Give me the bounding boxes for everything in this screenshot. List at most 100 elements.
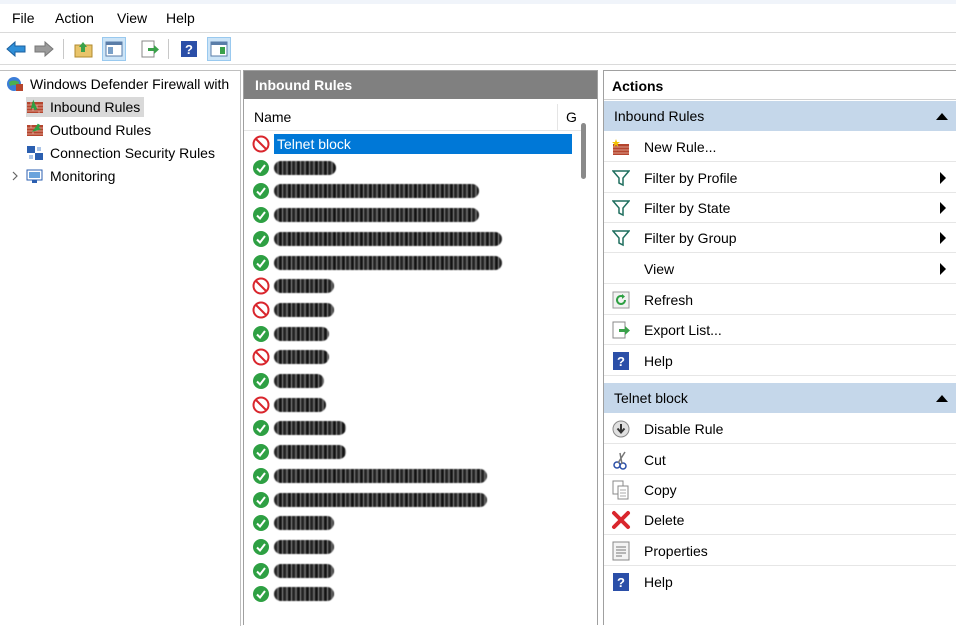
inbound-rules-icon: [27, 99, 43, 113]
submenu-arrow-icon: [940, 232, 946, 244]
export-list-button[interactable]: [138, 37, 162, 61]
table-row[interactable]: Telnet block: [252, 133, 572, 155]
table-row[interactable]: [252, 275, 572, 297]
action-filter-by-group[interactable]: Filter by Group: [604, 223, 956, 253]
section-label: Telnet block: [614, 390, 688, 406]
blocked-icon: [252, 277, 270, 295]
column-header-name[interactable]: Name: [254, 109, 291, 125]
blocked-icon: [252, 301, 270, 319]
monitoring-icon: [26, 169, 43, 183]
tree-item-monitoring[interactable]: Monitoring: [10, 166, 115, 186]
redacted-rule-name: [274, 160, 336, 175]
tree-root-firewall[interactable]: Windows Defender Firewall with: [6, 74, 229, 94]
filter-icon: [610, 227, 632, 249]
table-row[interactable]: [252, 465, 572, 487]
allowed-checkmark-icon: [253, 562, 269, 579]
section-telnet-block[interactable]: Telnet block: [604, 383, 956, 413]
table-row[interactable]: [252, 560, 572, 582]
tree-item-outbound-rules[interactable]: Outbound Rules: [26, 120, 151, 140]
submenu-arrow-icon: [940, 202, 946, 214]
collapse-up-icon[interactable]: [936, 395, 948, 402]
redacted-rule-name: [274, 421, 346, 436]
menu-help[interactable]: Help: [166, 10, 195, 26]
menu-view[interactable]: View: [117, 10, 147, 26]
table-row[interactable]: [252, 536, 572, 558]
table-row[interactable]: [252, 512, 572, 534]
refresh-icon: [610, 289, 632, 311]
redacted-rule-name: [274, 397, 326, 412]
allowed-checkmark-icon: [253, 207, 269, 224]
table-row[interactable]: [252, 417, 572, 439]
table-row[interactable]: [252, 228, 572, 250]
action-view[interactable]: View: [604, 254, 956, 284]
column-header-row: Name G: [244, 104, 584, 131]
redacted-rule-name: [274, 208, 479, 223]
allowed-checkmark-icon: [253, 538, 269, 555]
chevron-right-icon[interactable]: [10, 171, 20, 181]
action-refresh[interactable]: Refresh: [604, 285, 956, 315]
section-label: Inbound Rules: [614, 108, 705, 124]
collapse-up-icon[interactable]: [936, 113, 948, 120]
action-filter-by-state[interactable]: Filter by State: [604, 193, 956, 223]
action-label: Refresh: [644, 291, 694, 308]
scrollbar-thumb[interactable]: [581, 123, 586, 179]
redacted-rule-name: [274, 255, 502, 270]
column-header-group[interactable]: G: [566, 109, 577, 125]
show-hide-action-pane-button[interactable]: [207, 37, 231, 61]
allowed-checkmark-icon: [253, 586, 269, 603]
table-row[interactable]: [252, 180, 572, 202]
action-properties[interactable]: Properties: [604, 536, 956, 566]
table-row[interactable]: [252, 346, 572, 368]
redacted-rule-name: [274, 516, 334, 531]
allowed-checkmark-icon: [253, 515, 269, 532]
submenu-arrow-icon: [940, 172, 946, 184]
action-copy[interactable]: Copy: [604, 475, 956, 505]
action-cut[interactable]: Cut: [604, 445, 956, 475]
action-label: View: [644, 260, 675, 277]
allowed-checkmark-icon: [253, 420, 269, 437]
redacted-rule-name: [274, 563, 334, 578]
up-folder-button[interactable]: [72, 37, 96, 61]
table-row[interactable]: [252, 157, 572, 179]
allowed-checkmark-icon: [253, 325, 269, 342]
column-divider[interactable]: [557, 104, 558, 130]
rules-list-pane: Inbound Rules Name G Telnet block: [243, 70, 598, 625]
section-inbound-rules[interactable]: Inbound Rules: [604, 101, 956, 131]
table-row[interactable]: [252, 394, 572, 416]
action-delete[interactable]: Delete: [604, 505, 956, 535]
show-hide-console-tree-button[interactable]: [102, 37, 126, 61]
action-filter-by-profile[interactable]: Filter by Profile: [604, 163, 956, 193]
action-help[interactable]: ? Help: [604, 346, 956, 376]
action-disable-rule[interactable]: Disable Rule: [604, 414, 956, 444]
table-row[interactable]: [252, 323, 572, 345]
menu-action[interactable]: Action: [55, 10, 94, 26]
back-button[interactable]: [4, 37, 28, 61]
firewall-globe-icon: [7, 77, 23, 91]
redacted-rule-name: [274, 492, 487, 507]
table-row[interactable]: [252, 299, 572, 321]
tree-item-inbound-rules[interactable]: Inbound Rules: [26, 97, 145, 117]
table-row[interactable]: [252, 441, 572, 463]
export-icon: [141, 40, 159, 58]
table-row[interactable]: [252, 583, 572, 605]
help-button[interactable]: ?: [177, 37, 201, 61]
table-row[interactable]: [252, 370, 572, 392]
redacted-rule-name: [274, 231, 502, 246]
table-row[interactable]: [252, 204, 572, 226]
tree-root-label: Windows Defender Firewall with: [30, 76, 230, 92]
table-row[interactable]: [252, 252, 572, 274]
forward-button[interactable]: [32, 37, 56, 61]
help-icon: ?: [181, 41, 197, 57]
tree-item-connection-security-rules[interactable]: Connection Security Rules: [26, 143, 215, 163]
tree-item-label: Monitoring: [50, 168, 116, 184]
action-export-list[interactable]: Export List...: [604, 315, 956, 345]
action-new-rule[interactable]: New Rule...: [604, 132, 956, 162]
action-label: New Rule...: [644, 138, 717, 155]
toolbar: ?: [0, 32, 956, 65]
table-row[interactable]: [252, 489, 572, 511]
export-icon: [610, 319, 632, 341]
action-help[interactable]: ? Help: [604, 567, 956, 597]
redacted-rule-name: [274, 279, 334, 294]
menu-file[interactable]: File: [12, 10, 35, 26]
redacted-rule-name: [274, 326, 329, 341]
